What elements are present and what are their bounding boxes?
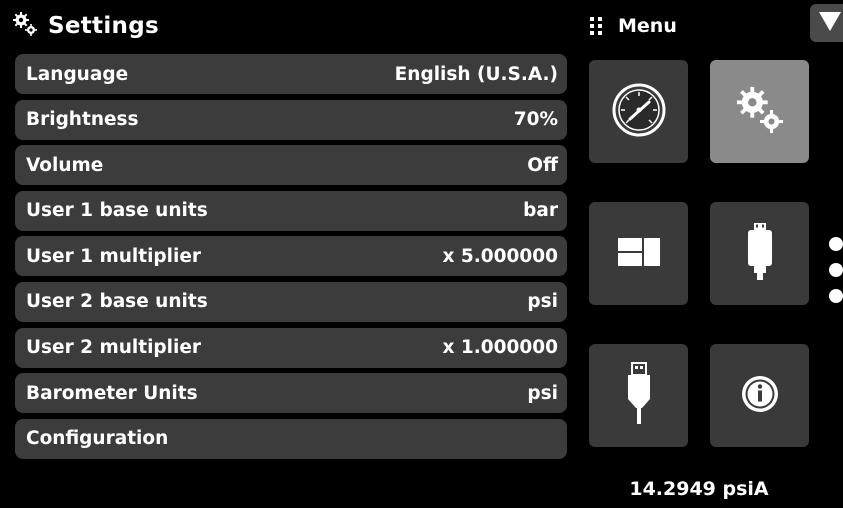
menu-tile-info[interactable]	[710, 344, 809, 447]
setting-row-language[interactable]: Language English (U.S.A.)	[15, 54, 567, 94]
menu-label: Menu	[618, 15, 677, 37]
barometer-readout: 14.2949 psiA	[629, 478, 769, 500]
setting-label: User 2 base units	[26, 291, 208, 313]
transducer-icon	[745, 222, 775, 286]
page-dot[interactable]	[829, 237, 843, 251]
setting-row-user1-base-units[interactable]: User 1 base units bar	[15, 190, 567, 231]
setting-row-barometer-units[interactable]: Barometer Units psi	[15, 373, 567, 414]
usb-icon	[626, 361, 652, 430]
setting-value: psi	[527, 291, 558, 313]
settings-header: Settings	[12, 6, 159, 46]
setting-value: English (U.S.A.)	[394, 63, 558, 85]
setting-label: Volume	[26, 154, 104, 176]
menu-tile-transducer[interactable]	[710, 202, 809, 305]
display-layout-icon	[617, 237, 661, 271]
setting-label: Barometer Units	[26, 382, 198, 404]
setting-row-volume[interactable]: Volume Off	[15, 145, 567, 186]
menu-tile-gauge[interactable]	[589, 60, 688, 163]
setting-label: Language	[26, 63, 129, 85]
setting-value: Off	[527, 154, 558, 176]
page-title: Settings	[48, 13, 159, 39]
triangle-down-icon	[818, 10, 842, 36]
menu-header[interactable]: Menu	[590, 6, 677, 46]
menu-tile-display[interactable]	[589, 202, 688, 305]
menu-tile-settings[interactable]	[710, 60, 809, 163]
setting-value: psi	[527, 382, 558, 404]
page-dot[interactable]	[829, 263, 843, 277]
page-indicator[interactable]	[829, 237, 843, 303]
setting-row-user2-multiplier[interactable]: User 2 multiplier x 1.000000	[15, 327, 567, 368]
setting-row-user1-multiplier[interactable]: User 1 multiplier x 5.000000	[15, 236, 567, 277]
setting-label: User 2 multiplier	[26, 337, 202, 359]
page-dot[interactable]	[829, 289, 843, 303]
setting-label: User 1 multiplier	[26, 245, 202, 267]
setting-row-user2-base-units[interactable]: User 2 base units psi	[15, 281, 567, 322]
gears-icon	[12, 11, 38, 41]
settings-list: Language English (U.S.A.) Brightness 70%…	[15, 54, 567, 464]
setting-value: x 1.000000	[442, 337, 558, 359]
setting-label: Brightness	[26, 109, 139, 131]
setting-value: 70%	[513, 109, 558, 131]
setting-row-brightness[interactable]: Brightness 70%	[15, 99, 567, 140]
gauge-icon	[611, 82, 667, 142]
info-icon	[740, 374, 780, 418]
setting-label: User 1 base units	[26, 200, 208, 222]
grip-icon	[590, 17, 602, 35]
setting-label: Configuration	[26, 428, 169, 450]
menu-dropdown-button[interactable]	[810, 4, 843, 42]
setting-row-configuration[interactable]: Configuration	[15, 418, 567, 459]
menu-tile-usb[interactable]	[589, 344, 688, 447]
setting-value: bar	[523, 200, 558, 222]
gears-icon	[735, 85, 785, 139]
setting-value: x 5.000000	[442, 245, 558, 267]
